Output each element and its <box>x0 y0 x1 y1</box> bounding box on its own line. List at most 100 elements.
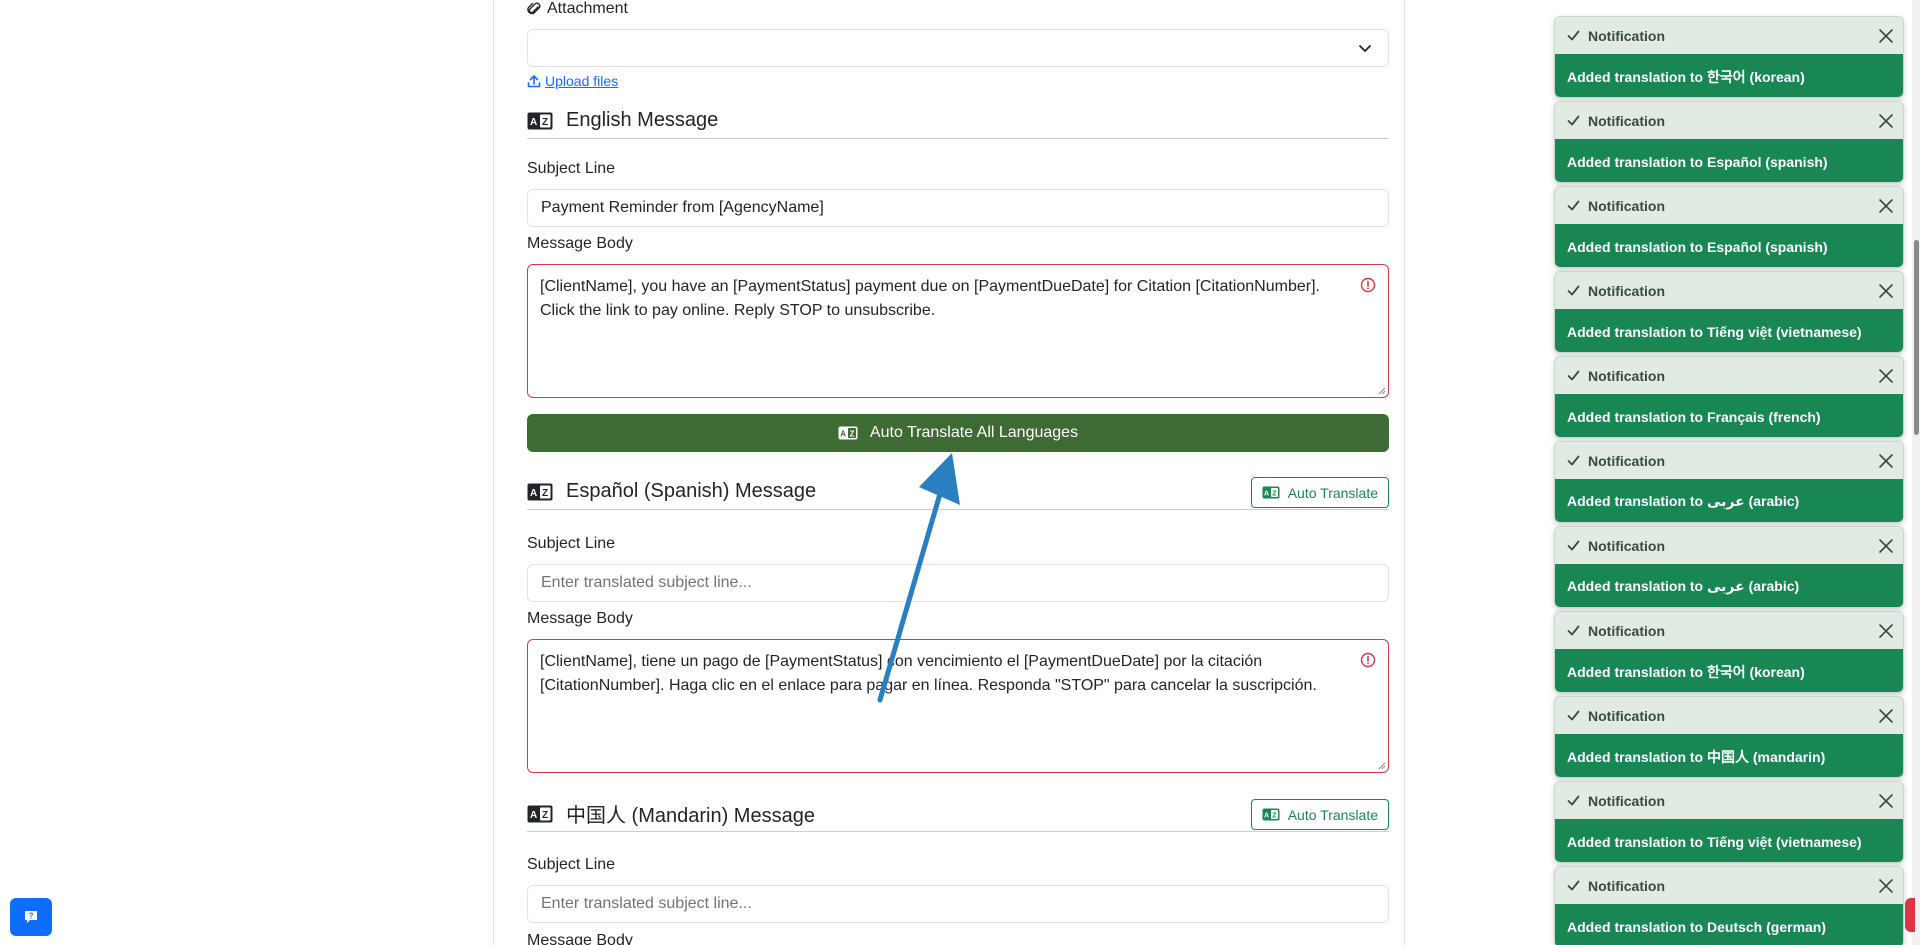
toast-title: Notification <box>1588 792 1665 809</box>
toast-title: Notification <box>1588 197 1665 214</box>
toast-message: Added translation to Français (french) <box>1555 394 1903 437</box>
upload-icon <box>527 75 541 88</box>
toast-title: Notification <box>1588 282 1665 299</box>
check-icon <box>1567 710 1580 721</box>
resize-grip-icon[interactable] <box>1376 760 1386 770</box>
exclamation-circle-icon <box>1360 652 1376 668</box>
toast-notification: Notification Added translation to عربى (a… <box>1554 526 1904 608</box>
english-body-textarea[interactable]: [ClientName], you have an [PaymentStatus… <box>527 264 1389 398</box>
mandarin-subject-label: Subject Line <box>527 856 616 873</box>
check-icon <box>1567 370 1580 381</box>
toast-header: Notification <box>1555 17 1903 54</box>
check-icon <box>1567 115 1580 126</box>
svg-text:A: A <box>1264 491 1269 498</box>
close-icon[interactable] <box>1877 792 1895 810</box>
close-icon[interactable] <box>1877 27 1895 45</box>
upload-files-link[interactable]: Upload files <box>527 73 618 89</box>
close-icon[interactable] <box>1877 707 1895 725</box>
svg-text:A: A <box>530 810 537 821</box>
check-icon <box>1567 795 1580 806</box>
toast-message: Added translation to Tiếng việt (vietnam… <box>1555 819 1903 862</box>
toast-title: Notification <box>1588 27 1665 44</box>
paperclip-icon <box>527 2 541 15</box>
toast-message: Added translation to 中国人 (mandarin) <box>1555 734 1903 777</box>
chevron-down-icon <box>1359 45 1371 52</box>
toast-header: Notification <box>1555 442 1903 479</box>
toast-notification: Notification Added translation to Françai… <box>1554 356 1904 438</box>
spanish-body-label: Message Body <box>527 610 633 627</box>
attachment-label: Attachment <box>527 0 628 18</box>
toast-message: Added translation to 한국어 (korean) <box>1555 54 1903 97</box>
auto-translate-all-button[interactable]: A Z Auto Translate All Languages <box>527 414 1389 452</box>
check-icon <box>1567 540 1580 551</box>
english-body-label: Message Body <box>527 235 633 252</box>
spanish-subject-label: Subject Line <box>527 535 616 552</box>
toast-header: Notification <box>1555 272 1903 309</box>
translate-az-icon: A Z <box>527 112 553 129</box>
page-scrollbar[interactable] <box>1912 0 1920 945</box>
toast-title: Notification <box>1588 537 1665 554</box>
close-icon[interactable] <box>1877 452 1895 470</box>
close-icon[interactable] <box>1877 112 1895 130</box>
close-icon[interactable] <box>1877 282 1895 300</box>
svg-text:A: A <box>530 117 537 128</box>
toast-message: Added translation to Tiếng việt (vietnam… <box>1555 309 1903 352</box>
english-section-title: English Message <box>566 109 719 131</box>
close-icon[interactable] <box>1877 877 1895 895</box>
toast-notification: Notification Added translation to 한국어 (ko… <box>1554 16 1904 98</box>
toast-message: Added translation to Español (spanish) <box>1555 139 1903 182</box>
toast-notification: Notification Added translation to Deutsch… <box>1554 866 1904 945</box>
svg-text:Z: Z <box>1272 491 1277 498</box>
toast-header: Notification <box>1555 527 1903 564</box>
svg-text:Z: Z <box>542 117 548 128</box>
svg-text:Z: Z <box>1272 813 1277 820</box>
toast-header: Notification <box>1555 697 1903 734</box>
toast-header: Notification <box>1555 102 1903 139</box>
english-subject-label: Subject Line <box>527 160 616 177</box>
close-icon[interactable] <box>1877 197 1895 215</box>
svg-text:Z: Z <box>542 488 548 499</box>
spanish-subject-input[interactable]: Enter translated subject line... <box>527 564 1389 602</box>
attachment-select[interactable] <box>527 29 1389 67</box>
mandarin-auto-translate-label: Auto Translate <box>1287 806 1378 823</box>
close-icon[interactable] <box>1877 367 1895 385</box>
close-icon[interactable] <box>1877 622 1895 640</box>
attachment-label-text: Attachment <box>547 0 628 17</box>
translate-az-icon: A Z <box>527 805 553 822</box>
english-subject-input[interactable]: Payment Reminder from [AgencyName] <box>527 189 1389 227</box>
english-body-text: [ClientName], you have an [PaymentStatus… <box>540 278 1320 319</box>
spanish-auto-translate-label: Auto Translate <box>1287 484 1378 501</box>
check-icon <box>1567 285 1580 296</box>
toast-header: Notification <box>1555 187 1903 224</box>
toast-header: Notification <box>1555 357 1903 394</box>
toast-title: Notification <box>1588 112 1665 129</box>
toast-message: Added translation to عربى (arabic) <box>1555 479 1903 522</box>
spanish-auto-translate-button[interactable]: A Z Auto Translate <box>1250 477 1389 508</box>
check-icon <box>1567 30 1580 41</box>
spanish-body-textarea[interactable]: [ClientName], tiene un pago de [PaymentS… <box>527 639 1389 773</box>
close-icon[interactable] <box>1877 537 1895 555</box>
check-icon <box>1567 200 1580 211</box>
spanish-body-text: [ClientName], tiene un pago de [PaymentS… <box>540 653 1317 694</box>
toast-message: Added translation to Español (spanish) <box>1555 224 1903 267</box>
side-tab[interactable] <box>1905 898 1915 932</box>
spanish-section-title: Español (Spanish) Message <box>566 480 817 502</box>
mandarin-auto-translate-button[interactable]: A Z Auto Translate <box>1250 799 1389 830</box>
toast-title: Notification <box>1588 877 1665 894</box>
check-icon <box>1567 880 1580 891</box>
toast-message: Added translation to 한국어 (korean) <box>1555 649 1903 692</box>
translate-az-icon: A Z <box>1262 808 1280 821</box>
toast-message: Added translation to عربى (arabic) <box>1555 564 1903 607</box>
page-scrollbar-thumb[interactable] <box>1914 240 1919 435</box>
toast-notification: Notification Added translation to عربى (a… <box>1554 441 1904 523</box>
svg-text:A: A <box>530 488 537 499</box>
resize-grip-icon[interactable] <box>1376 385 1386 395</box>
mandarin-subject-input[interactable]: Enter translated subject line... <box>527 885 1389 923</box>
mandarin-section-header: A Z 中国人 (Mandarin) Message A Z Auto Tran… <box>527 796 1389 832</box>
help-chat-button[interactable]: ? <box>10 898 52 936</box>
check-icon <box>1567 625 1580 636</box>
toast-header: Notification <box>1555 782 1903 819</box>
toast-title: Notification <box>1588 452 1665 469</box>
svg-text:A: A <box>1264 813 1269 820</box>
svg-text:Z: Z <box>542 810 548 821</box>
